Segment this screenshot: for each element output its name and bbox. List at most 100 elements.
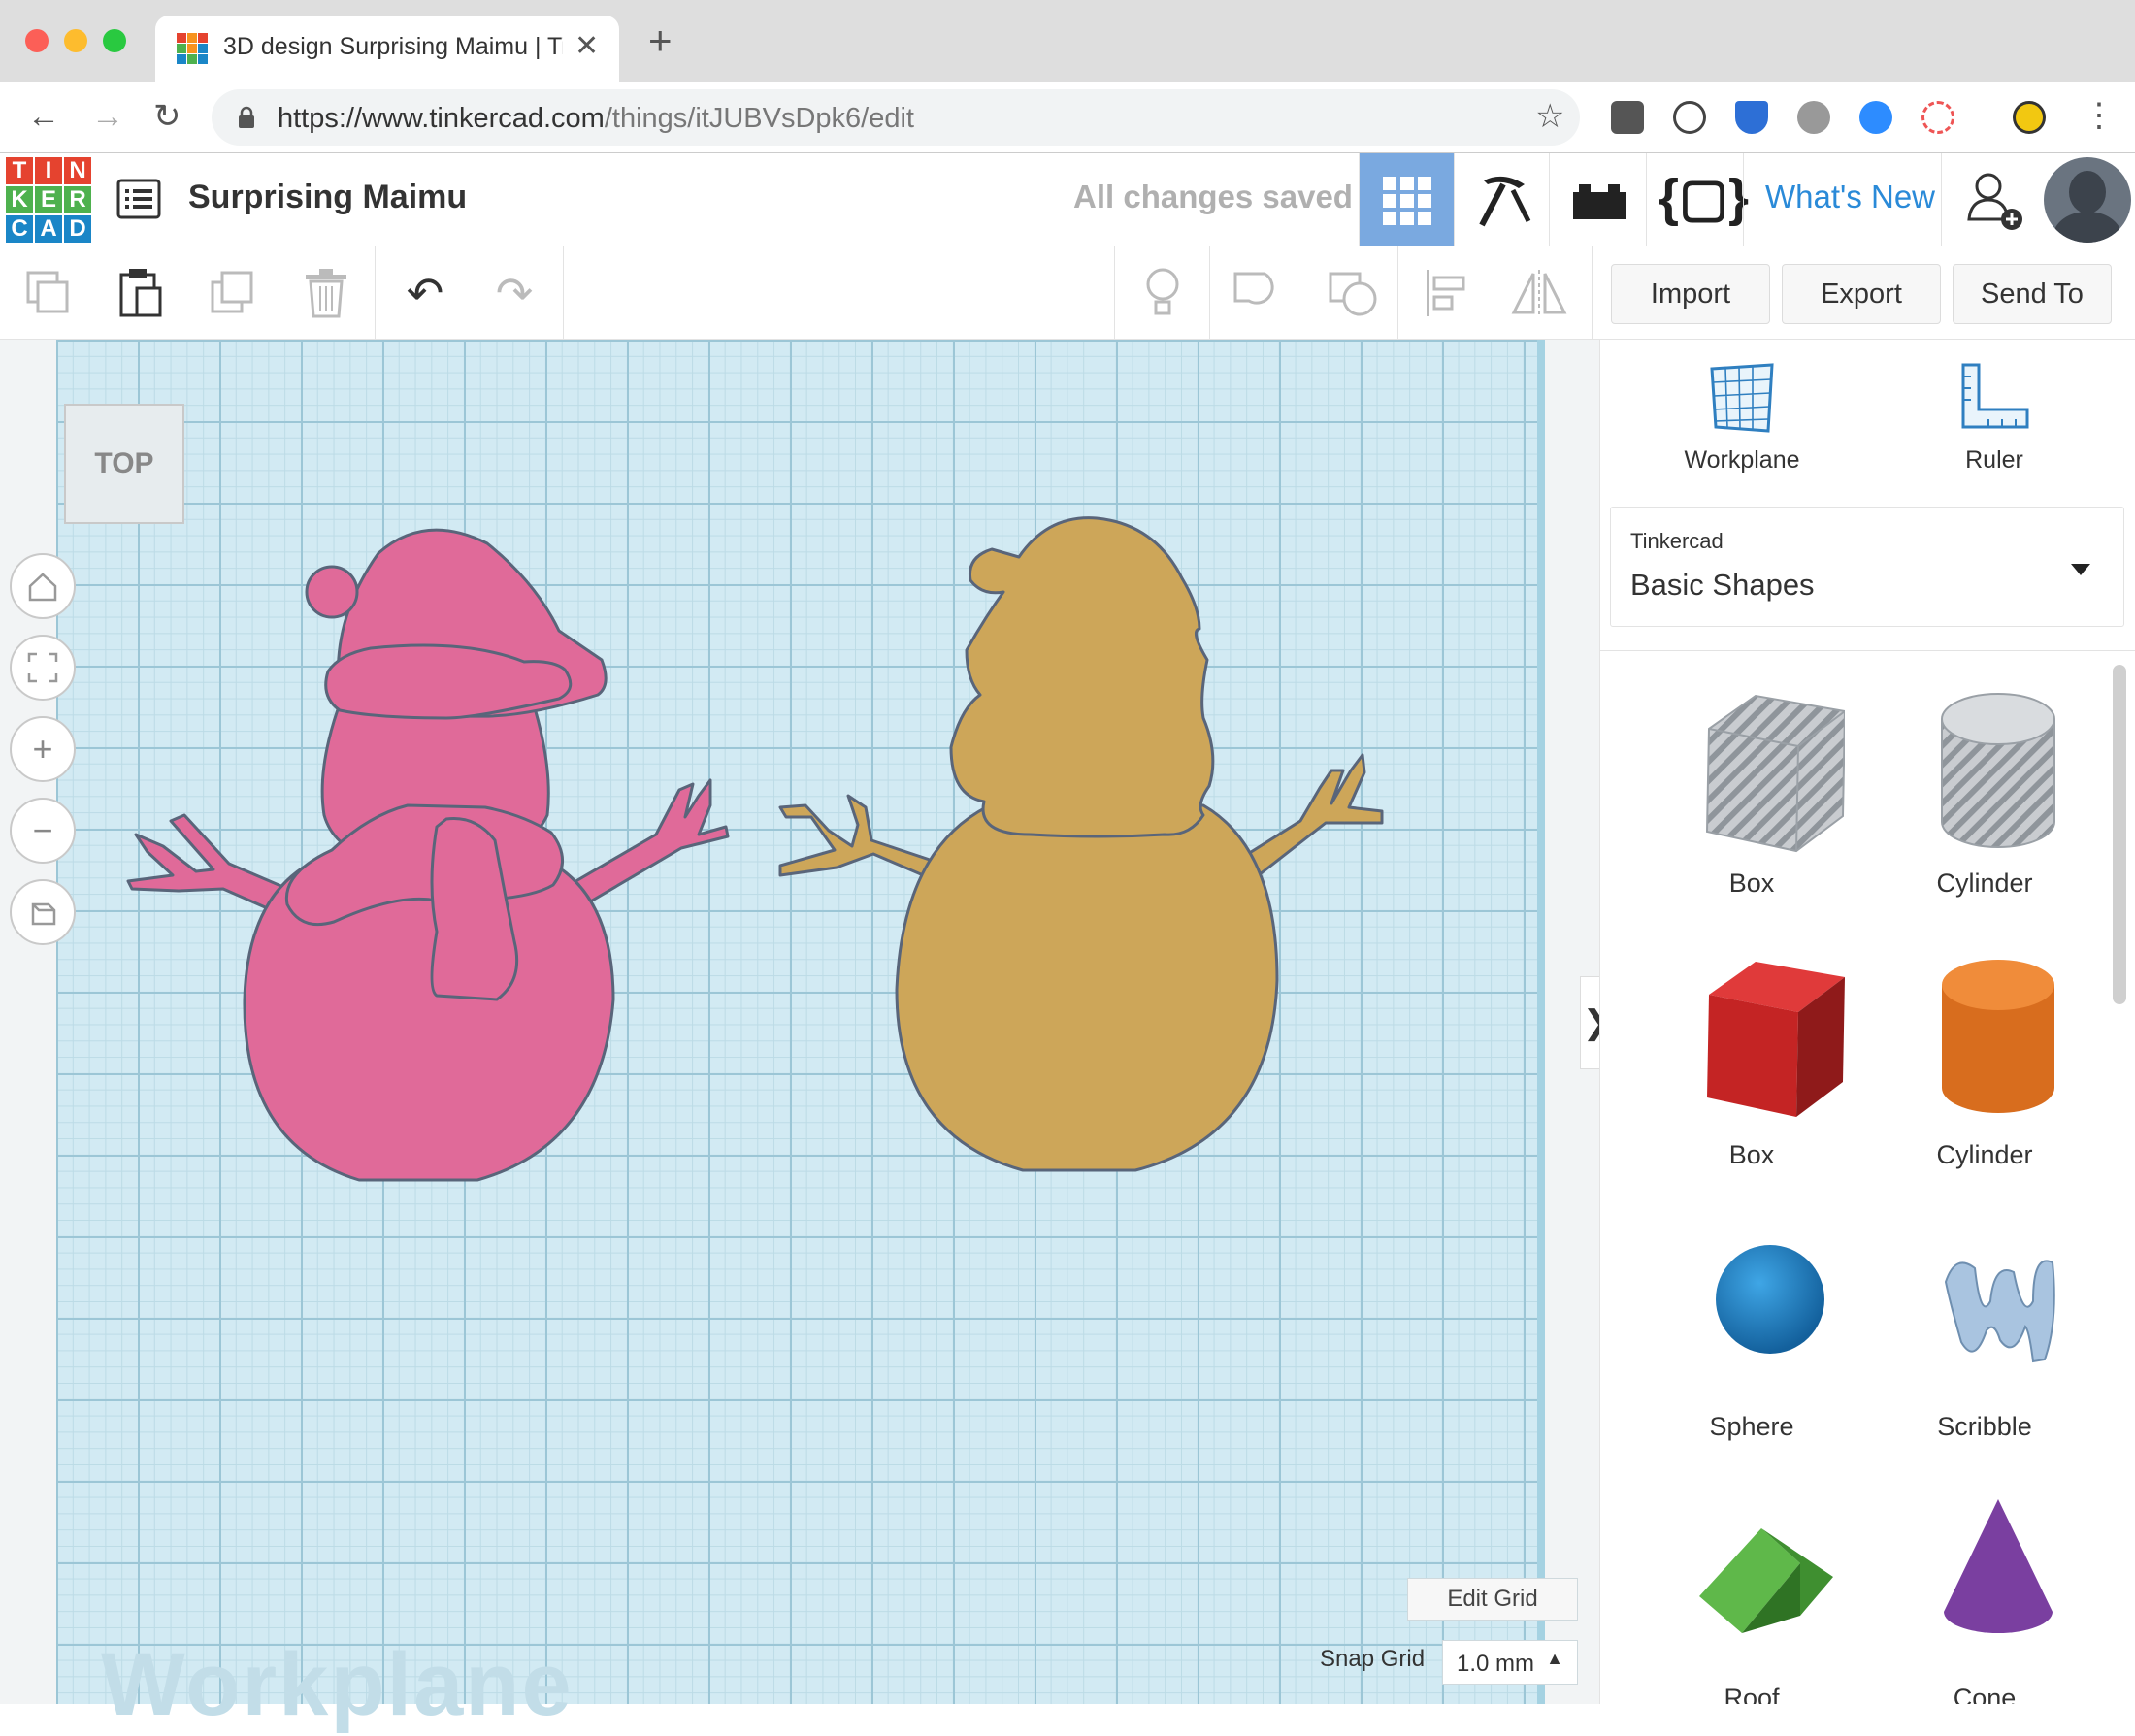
info-extension-icon[interactable] (1673, 101, 1706, 134)
reload-icon[interactable]: ↻ (153, 97, 181, 136)
minimize-window-button[interactable] (64, 29, 87, 52)
whats-new-button[interactable]: What's New (1743, 153, 1941, 246)
shape-scribble[interactable]: Scribble (1868, 1214, 2101, 1486)
shape-label: Cylinder (1936, 868, 2033, 898)
pink-snowman-shape[interactable] (116, 524, 738, 1194)
edit-grid-button[interactable]: Edit Grid (1407, 1578, 1578, 1621)
url-host: https://www.tinkercad.com (278, 103, 605, 134)
duplicate-icon (211, 271, 253, 313)
library-name-label: Basic Shapes (1630, 568, 1815, 602)
undo-button[interactable]: ↶ (392, 260, 458, 326)
whats-new-label: What's New (1765, 179, 1936, 214)
save-status: All changes saved (1073, 179, 1353, 214)
zoom-extension-icon[interactable] (1859, 101, 1892, 134)
shape-cylinder[interactable]: Cylinder (1868, 942, 2101, 1214)
mirror-button[interactable] (1506, 260, 1572, 326)
shape-cylinder-hole[interactable]: Cylinder (1868, 671, 2101, 942)
shape-label: Scribble (1937, 1412, 2032, 1441)
profile-extension-icon[interactable] (2013, 101, 2046, 134)
shape-roof[interactable]: Roof (1635, 1486, 1868, 1704)
gold-snowman-shape[interactable] (776, 514, 1397, 1184)
align-button[interactable] (1413, 260, 1479, 326)
close-window-button[interactable] (25, 29, 49, 52)
browser-menu-icon[interactable]: ⋮ (2083, 99, 2116, 132)
logo-letter: T (6, 157, 33, 184)
paste-icon (119, 269, 162, 317)
shape-grid: Box Cylinder Box Cylinder Sphere Scribbl… (1600, 650, 2135, 1704)
gear-extension-icon[interactable] (1797, 101, 1830, 134)
redo-button[interactable]: ↷ (481, 260, 547, 326)
logo-letter: R (64, 186, 91, 213)
browser-tab[interactable]: 3D design Surprising Maimu | Tinkercad ✕ (155, 16, 619, 82)
shape-library-dropdown[interactable]: Tinkercad Basic Shapes (1610, 507, 2124, 627)
grid-icon (1383, 177, 1431, 225)
blocks-view-button[interactable] (1454, 153, 1549, 246)
bricks-view-button[interactable] (1549, 153, 1646, 246)
edit-toolbar: ↶ ↷ Import Export Send To (0, 246, 2135, 340)
url-text: https://www.tinkercad.com/things/itJUBVs… (278, 103, 914, 135)
snap-grid-label: Snap Grid (1320, 1646, 1426, 1672)
box-icon (1707, 962, 1845, 1117)
send-to-button[interactable]: Send To (1953, 264, 2112, 324)
design-title[interactable]: Surprising Maimu (188, 179, 467, 216)
bookmark-star-icon[interactable]: ☆ (1535, 97, 1564, 136)
plus-icon: + (32, 729, 53, 769)
back-icon[interactable]: ← (27, 97, 60, 136)
3d-design-view-button[interactable] (1359, 153, 1454, 246)
shape-label: Roof (1724, 1684, 1780, 1704)
browser-tab-bar: 3D design Surprising Maimu | Tinkercad ✕… (0, 0, 2135, 82)
shape-sphere[interactable]: Sphere (1635, 1214, 1868, 1486)
address-bar-row: ← → ↻ https://www.tinkercad.com/things/i… (0, 82, 2135, 153)
workplane-tool-button[interactable]: Workplane (1645, 363, 1839, 475)
redo-icon: ↷ (495, 268, 534, 318)
home-view-button[interactable] (10, 553, 76, 619)
perspective-button[interactable] (10, 879, 76, 945)
paste-button[interactable] (107, 260, 173, 326)
group-button[interactable] (1225, 260, 1291, 326)
shapes-sidebar: Workplane Ruler Tinkercad Basic Shapes B… (1599, 340, 2135, 1704)
workplane-icon (1710, 363, 1774, 433)
close-tab-icon[interactable]: ✕ (575, 29, 599, 63)
snap-grid-select[interactable]: 1.0 mm ▲ (1442, 1640, 1578, 1685)
perspective-icon (31, 902, 56, 926)
lightbulb-icon (1146, 268, 1179, 315)
toolbar-divider (375, 246, 376, 340)
toolbar-divider (1397, 246, 1398, 340)
brick-icon (1573, 184, 1626, 219)
shape-cone[interactable]: Cone (1868, 1486, 2101, 1704)
tinkercad-logo[interactable]: T I N K E R C A D (6, 157, 91, 243)
codeblocks-view-button[interactable]: {▢} (1646, 153, 1749, 246)
forward-icon[interactable]: → (91, 97, 124, 136)
roof-icon (1699, 1528, 1833, 1633)
design-list-icon[interactable] (116, 179, 161, 219)
cylinder-hole-icon (1941, 693, 2055, 848)
invite-user-button[interactable] (1941, 153, 2038, 246)
shape-box[interactable]: Box (1635, 942, 1868, 1214)
copy-button[interactable] (16, 260, 82, 326)
scrollbar[interactable] (2113, 665, 2126, 1004)
show-all-button[interactable] (1130, 260, 1196, 326)
caret-up-icon: ▲ (1546, 1649, 1563, 1668)
ruler-tool-button[interactable]: Ruler (1897, 363, 2091, 475)
mirror-icon (1511, 270, 1567, 316)
zoom-in-button[interactable]: + (10, 716, 76, 782)
color-picker-extension-icon[interactable] (1922, 101, 1954, 134)
duplicate-button[interactable] (202, 260, 268, 326)
ungroup-button[interactable] (1320, 260, 1386, 326)
avatar[interactable] (2044, 157, 2131, 243)
maximize-window-button[interactable] (103, 29, 126, 52)
zoom-out-button[interactable]: − (10, 798, 76, 864)
view-cube[interactable]: TOP (64, 404, 184, 524)
shield-extension-icon[interactable] (1735, 101, 1768, 134)
shape-box-hole[interactable]: Box (1635, 671, 1868, 942)
fit-view-button[interactable] (10, 635, 76, 701)
url-field[interactable]: https://www.tinkercad.com/things/itJUBVs… (212, 89, 1580, 146)
pocket-extension-icon[interactable] (1611, 101, 1644, 134)
box-hole-icon (1705, 694, 1845, 853)
new-tab-button[interactable]: + (648, 20, 673, 61)
export-button[interactable]: Export (1782, 264, 1941, 324)
import-button[interactable]: Import (1611, 264, 1770, 324)
delete-button[interactable] (293, 260, 359, 326)
add-user-icon (1967, 173, 2022, 230)
undo-icon: ↶ (406, 268, 444, 318)
